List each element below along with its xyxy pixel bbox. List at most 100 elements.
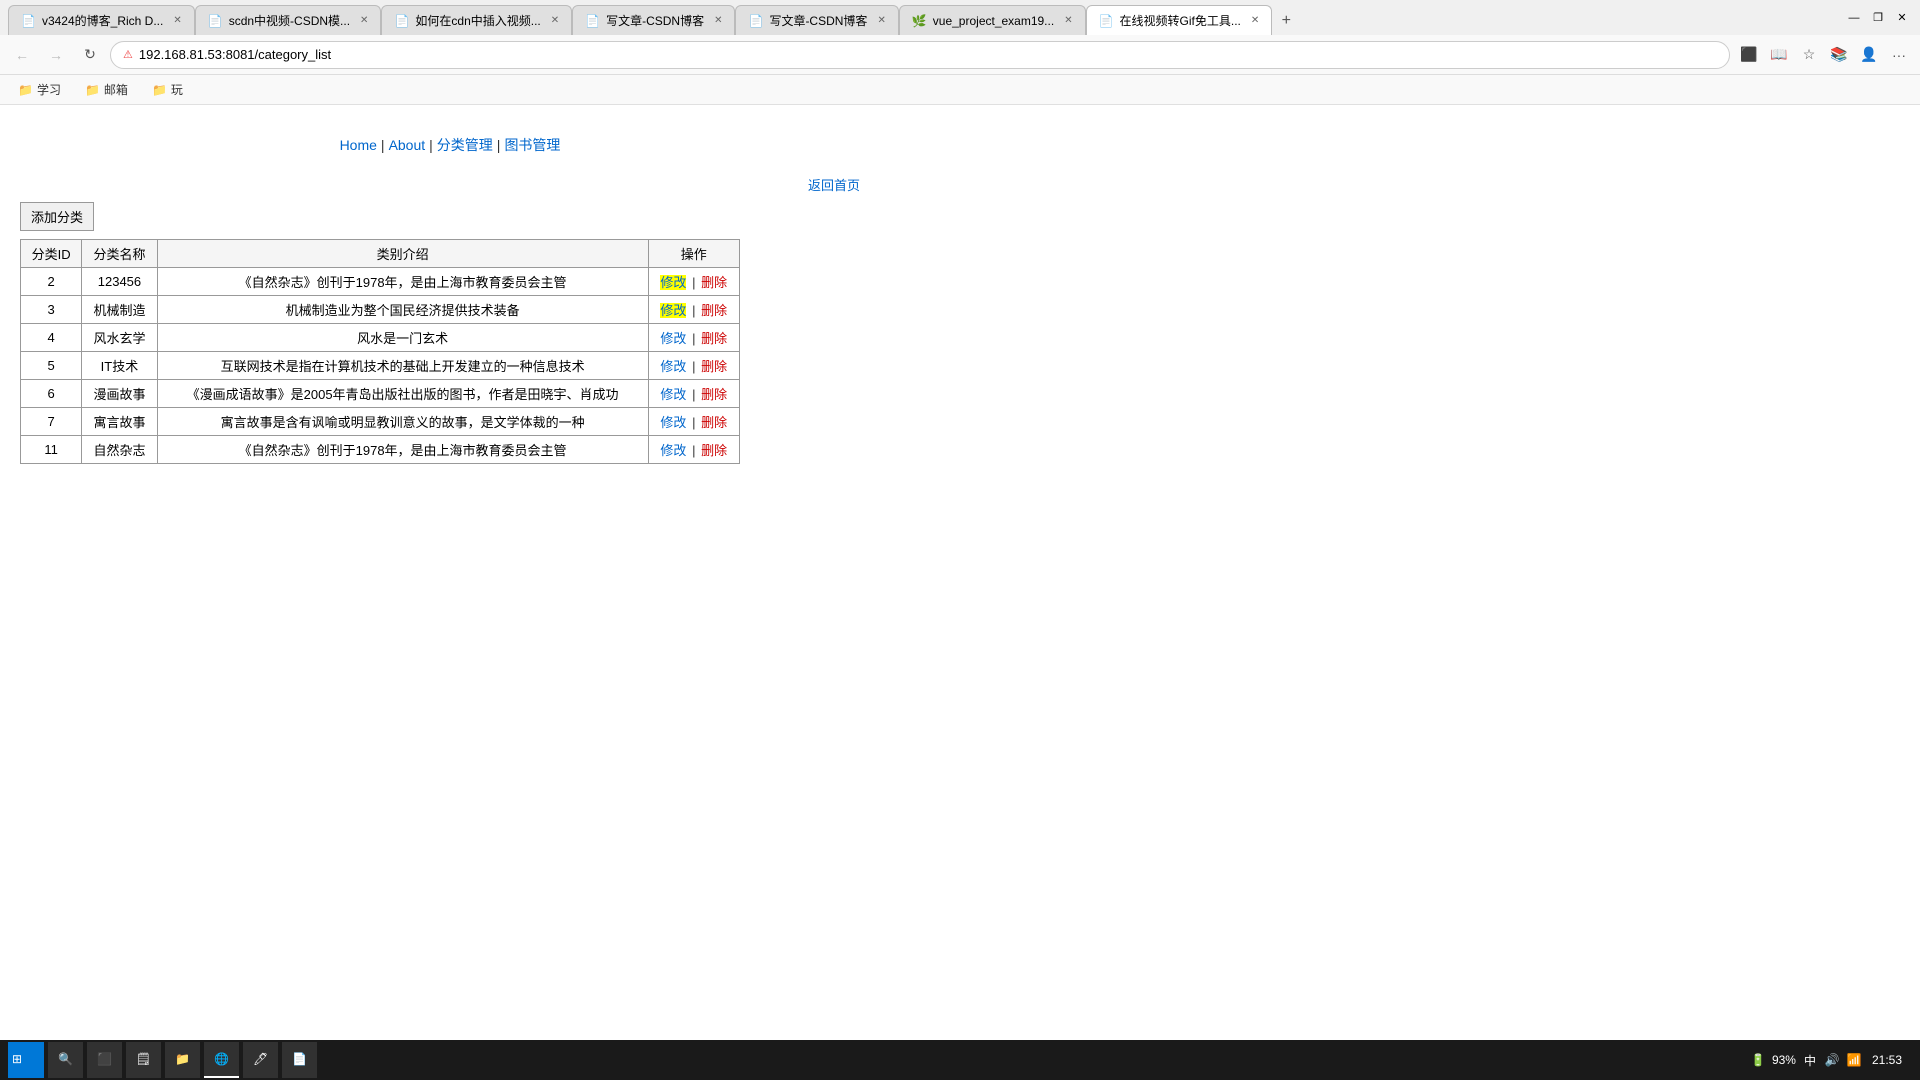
cell-desc-3: 互联网技术是指在计算机技术的基础上开发建立的一种信息技术 xyxy=(157,352,648,380)
explorer-taskbar[interactable]: 📁 xyxy=(165,1042,200,1078)
tab-6[interactable]: 🌿 vue_project_exam19... ✕ xyxy=(899,5,1086,35)
add-category-container: 添加分类 xyxy=(20,202,880,231)
table-row: 7 寓言故事 寓言故事是含有讽喻或明显教训意义的故事，是文学体裁的一种 修改 |… xyxy=(21,408,740,436)
nav-category[interactable]: 分类管理 xyxy=(437,135,493,155)
edit-link-5[interactable]: 修改 xyxy=(660,415,686,430)
volume-icon[interactable]: 🔊 xyxy=(1824,1052,1840,1068)
delete-link-1[interactable]: 删除 xyxy=(701,303,727,318)
favorites-icon[interactable]: ☆ xyxy=(1796,42,1822,68)
tab-3-favicon: 📄 xyxy=(394,14,409,28)
restore-button[interactable]: ❐ xyxy=(1868,8,1888,28)
address-input[interactable] xyxy=(139,47,1717,62)
tab-3[interactable]: 📄 如何在cdn中插入视频... ✕ xyxy=(381,5,572,35)
tab-7[interactable]: 📄 在线视频转Gif免工具... ✕ xyxy=(1086,5,1273,35)
delete-link-0[interactable]: 删除 xyxy=(701,275,727,290)
close-button[interactable]: ✕ xyxy=(1892,8,1912,28)
word-taskbar[interactable]: 📄 xyxy=(282,1042,317,1078)
tab-5-close[interactable]: ✕ xyxy=(877,15,885,26)
cell-action-3: 修改 | 删除 xyxy=(648,352,739,380)
delete-link-5[interactable]: 删除 xyxy=(701,415,727,430)
reader-icon[interactable]: 📖 xyxy=(1766,42,1792,68)
table-row: 5 IT技术 互联网技术是指在计算机技术的基础上开发建立的一种信息技术 修改 |… xyxy=(21,352,740,380)
tab-7-favicon: 📄 xyxy=(1099,14,1114,28)
edge-taskbar[interactable]: 🌐 xyxy=(204,1042,239,1078)
tab-1-close[interactable]: ✕ xyxy=(173,15,181,26)
nav-book[interactable]: 图书管理 xyxy=(504,135,560,155)
edit-link-2[interactable]: 修改 xyxy=(660,331,686,346)
tab-2-close[interactable]: ✕ xyxy=(360,15,368,26)
start-button[interactable]: ⊞ xyxy=(8,1042,44,1078)
add-category-button[interactable]: 添加分类 xyxy=(20,202,94,231)
header-action: 操作 xyxy=(648,240,739,268)
action-sep-3: | xyxy=(692,359,699,374)
refresh-button[interactable]: ↻ xyxy=(76,41,104,69)
translate-icon[interactable]: ⬛ xyxy=(1736,42,1762,68)
network-icon[interactable]: 📶 xyxy=(1846,1052,1862,1068)
delete-link-2[interactable]: 删除 xyxy=(701,331,727,346)
bookmark-email[interactable]: 📁 邮箱 xyxy=(77,79,136,100)
tab-3-close[interactable]: ✕ xyxy=(551,15,559,26)
bookmark-fun[interactable]: 📁 玩 xyxy=(144,79,191,100)
collections-icon[interactable]: 📚 xyxy=(1826,42,1852,68)
bookmark-fun-label: 玩 xyxy=(171,81,183,98)
tab-3-title: 如何在cdn中插入视频... xyxy=(415,12,540,29)
table-header-row: 分类ID 分类名称 类别介绍 操作 xyxy=(21,240,740,268)
cell-desc-0: 《自然杂志》创刊于1978年，是由上海市教育委员会主管 xyxy=(157,268,648,296)
nav-home[interactable]: Home xyxy=(340,137,377,153)
cell-action-6: 修改 | 删除 xyxy=(648,436,739,464)
delete-link-4[interactable]: 删除 xyxy=(701,387,727,402)
action-sep-0: | xyxy=(692,275,699,290)
new-tab-button[interactable]: + xyxy=(1272,7,1300,35)
delete-link-3[interactable]: 删除 xyxy=(701,359,727,374)
tab-4[interactable]: 📄 写文章-CSDN博客 ✕ xyxy=(572,5,735,35)
paint-taskbar[interactable]: 🖊 xyxy=(243,1042,278,1078)
forward-button[interactable]: → xyxy=(42,41,70,69)
bookmark-study[interactable]: 📁 学习 xyxy=(10,79,69,100)
notepad-taskbar[interactable]: 🗒 xyxy=(126,1042,161,1078)
tab-7-close[interactable]: ✕ xyxy=(1251,15,1259,26)
title-bar: 📄 v3424的博客_Rich D... ✕ 📄 scdn中视频-CSDN模..… xyxy=(0,0,1920,35)
bookmark-study-label: 学习 xyxy=(37,81,61,98)
edit-link-4[interactable]: 修改 xyxy=(660,387,686,402)
minimize-button[interactable]: — xyxy=(1844,8,1864,28)
profile-icon[interactable]: 👤 xyxy=(1856,42,1882,68)
edit-link-3[interactable]: 修改 xyxy=(660,359,686,374)
explorer-icon: 📁 xyxy=(175,1052,190,1066)
edit-link-6[interactable]: 修改 xyxy=(660,443,686,458)
edit-link-1[interactable]: 修改 xyxy=(660,303,686,318)
nav-about[interactable]: About xyxy=(389,137,426,153)
edge-icon: 🌐 xyxy=(214,1052,229,1066)
table-row: 6 漫画故事 《漫画成语故事》是2005年青岛出版社出版的图书，作者是田晓宇、肖… xyxy=(21,380,740,408)
action-sep-4: | xyxy=(692,387,699,402)
windows-icon: ⊞ xyxy=(12,1052,22,1066)
ime-icon[interactable]: 中 xyxy=(1802,1052,1818,1068)
delete-link-6[interactable]: 删除 xyxy=(701,443,727,458)
tab-4-close[interactable]: ✕ xyxy=(714,15,722,26)
taskbar: ⊞ 🔍 ⬛ 🗒 📁 🌐 🖊 📄 🔋 93% 中 🔊 xyxy=(0,1040,1920,1080)
search-icon: 🔍 xyxy=(58,1052,73,1066)
task-view-button[interactable]: ⬛ xyxy=(87,1042,122,1078)
action-sep-5: | xyxy=(692,415,699,430)
tab-6-close[interactable]: ✕ xyxy=(1064,15,1072,26)
tab-4-favicon: 📄 xyxy=(585,14,600,28)
back-button[interactable]: ← xyxy=(8,41,36,69)
back-home-link[interactable]: 返回首页 xyxy=(808,175,860,194)
cell-name-1: 机械制造 xyxy=(82,296,157,324)
tab-1[interactable]: 📄 v3424的博客_Rich D... ✕ xyxy=(8,5,195,35)
search-button[interactable]: 🔍 xyxy=(48,1042,83,1078)
cell-action-4: 修改 | 删除 xyxy=(648,380,739,408)
tab-5[interactable]: 📄 写文章-CSDN博客 ✕ xyxy=(735,5,898,35)
tab-strip: 📄 v3424的博客_Rich D... ✕ 📄 scdn中视频-CSDN模..… xyxy=(8,0,1832,35)
cell-desc-2: 风水是一门玄术 xyxy=(157,324,648,352)
action-sep-1: | xyxy=(692,303,699,318)
tab-2[interactable]: 📄 scdn中视频-CSDN模... ✕ xyxy=(195,5,382,35)
edit-link-0[interactable]: 修改 xyxy=(660,275,686,290)
cell-action-5: 修改 | 删除 xyxy=(648,408,739,436)
cell-name-2: 风水玄学 xyxy=(82,324,157,352)
system-tray: 🔋 93% 中 🔊 📶 21:53 xyxy=(1750,1052,1912,1068)
tab-5-favicon: 📄 xyxy=(748,14,763,28)
settings-icon[interactable]: ··· xyxy=(1886,42,1912,68)
cell-desc-1: 机械制造业为整个国民经济提供技术装备 xyxy=(157,296,648,324)
cell-id-1: 3 xyxy=(21,296,82,324)
system-clock[interactable]: 21:53 xyxy=(1872,1053,1902,1067)
